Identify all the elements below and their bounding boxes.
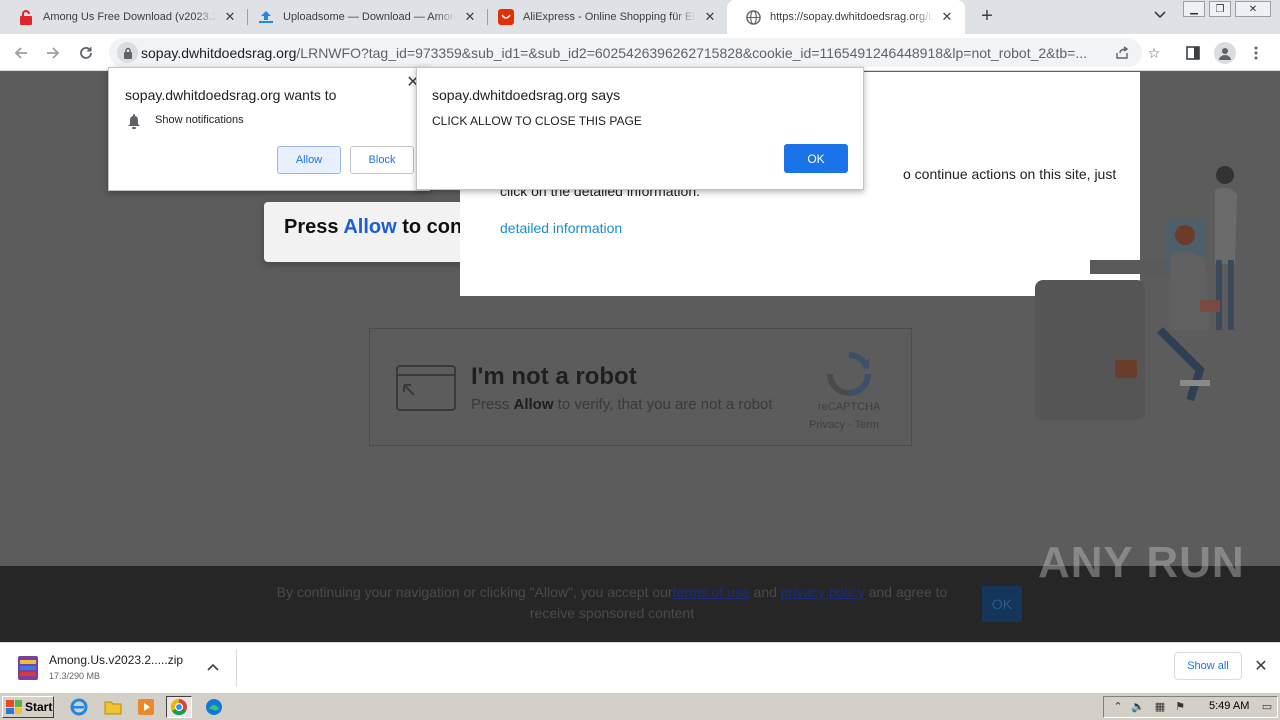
aliexpress-icon	[498, 9, 514, 25]
alert-ok-button[interactable]: OK	[784, 144, 848, 173]
download-progress: 17.3/290 MB	[49, 671, 101, 681]
media-player-icon[interactable]	[133, 696, 159, 718]
windows-logo-icon	[6, 700, 22, 714]
url-text[interactable]: sopay.dwhitdoedsrag.org/LRNWFO?tag_id=97…	[141, 45, 1101, 61]
kebab-menu-icon[interactable]	[1245, 42, 1267, 64]
profile-avatar-icon[interactable]	[1214, 42, 1236, 64]
cookie-text: By continuing your navigation or clickin…	[276, 584, 948, 621]
zip-archive-icon	[18, 656, 38, 680]
action-center-flag-icon[interactable]: ⚑	[1172, 700, 1188, 714]
address-bar[interactable]: sopay.dwhitdoedsrag.org/LRNWFO?tag_id=97…	[109, 38, 1160, 67]
system-tray: ⌃ 🔈 ▦ ⚑ 5:49 AM ▭	[1103, 696, 1278, 718]
browser-window-icon	[396, 365, 456, 411]
upload-icon	[258, 9, 274, 25]
tab-close-icon[interactable]: ✕	[222, 9, 238, 25]
captcha-title: I'm not a robot	[471, 363, 637, 390]
permission-label: Show notifications	[155, 114, 244, 126]
tab-uploadsome[interactable]: Uploadsome — Download — Among Us ✕	[240, 0, 488, 34]
allow-button[interactable]: Allow	[277, 146, 341, 174]
network-icon[interactable]: ▦	[1152, 700, 1168, 714]
show-all-button[interactable]: Show all	[1174, 652, 1242, 680]
lock-red-icon	[18, 9, 34, 25]
windows-taskbar: Start ⌃ 🔈 ▦ ⚑ 5:49 AM ▭	[0, 692, 1280, 720]
chrome-icon[interactable]	[166, 696, 192, 718]
reload-icon[interactable]	[75, 42, 97, 64]
notification-permission-prompt: sopay.dwhitdoedsrag.org wants to ✕ Show …	[108, 67, 430, 191]
volume-icon[interactable]: 🔈	[1130, 700, 1146, 714]
tab-sopay-active[interactable]: https://sopay.dwhitdoedsrag.org/LRNWFO ✕	[727, 0, 965, 34]
clock: 5:49 AM	[1209, 700, 1250, 712]
download-shelf: Among.Us.v2023.2.....zip 17.3/290 MB Sho…	[0, 642, 1280, 692]
download-filename[interactable]: Among.Us.v2023.2.....zip	[49, 653, 183, 667]
file-explorer-icon[interactable]	[100, 696, 126, 718]
globe-icon	[745, 9, 761, 25]
internet-explorer-icon[interactable]	[66, 696, 92, 718]
block-button[interactable]: Block	[350, 146, 414, 174]
recaptcha-label: reCAPTCHA	[818, 401, 881, 413]
site-info-lock-icon[interactable]	[117, 42, 138, 63]
tab-strip: Among Us Free Download (v2023.2... ✕ Upl…	[0, 0, 1280, 34]
chevron-up-icon[interactable]	[204, 658, 222, 676]
browser-toolbar: sopay.dwhitdoedsrag.org/LRNWFO?tag_id=97…	[0, 34, 1280, 71]
show-hidden-icons-icon[interactable]: ⌃	[1110, 700, 1126, 714]
tab-close-icon[interactable]: ✕	[462, 9, 478, 25]
start-button[interactable]: Start	[2, 696, 54, 718]
edge-icon[interactable]	[201, 696, 227, 718]
alert-title: sopay.dwhitdoedsrag.org says	[432, 87, 621, 103]
cookie-ok-button[interactable]: OK	[982, 586, 1022, 622]
tab-title: AliExpress - Online Shopping für Elektro…	[523, 11, 696, 23]
tab-close-icon[interactable]: ✕	[939, 9, 955, 25]
alert-message: CLICK ALLOW TO CLOSE THIS PAGE	[432, 114, 642, 128]
captcha-subtitle: Press Allow to verify, that you are not …	[471, 396, 773, 413]
forward-arrow-icon[interactable]	[42, 42, 64, 64]
js-alert-dialog: sopay.dwhitdoedsrag.org says CLICK ALLOW…	[416, 67, 864, 190]
restore-window-icon[interactable]: ❐	[1209, 1, 1231, 17]
tab-search-chevron-icon[interactable]	[1150, 8, 1170, 26]
privacy-policy-link[interactable]: privacy policy	[781, 584, 865, 600]
recaptcha-logo-icon	[827, 352, 871, 396]
divider	[236, 649, 237, 687]
prompt-title: sopay.dwhitdoedsrag.org wants to	[125, 87, 337, 103]
close-shelf-icon[interactable]: ✕	[1252, 658, 1270, 676]
side-panel-icon[interactable]	[1182, 42, 1204, 64]
press-allow-text: Press Allow to con	[284, 216, 463, 238]
tab-title: Among Us Free Download (v2023.2...	[43, 11, 216, 23]
share-icon[interactable]	[1112, 43, 1132, 63]
minimize-window-icon[interactable]: ▁	[1183, 1, 1205, 17]
tab-title: https://sopay.dwhitdoedsrag.org/LRNWFO	[770, 11, 933, 23]
show-desktop-icon[interactable]: ▭	[1259, 700, 1275, 714]
terms-of-use-link[interactable]: terms of use	[673, 584, 750, 600]
tab-close-icon[interactable]: ✕	[702, 9, 718, 25]
new-tab-plus-icon[interactable]: +	[976, 6, 998, 28]
office-illustration	[1035, 166, 1237, 420]
tab-among-us[interactable]: Among Us Free Download (v2023.2... ✕	[0, 0, 248, 34]
back-arrow-icon[interactable]	[10, 42, 32, 64]
fake-recaptcha-box[interactable]: I'm not a robot Press Allow to verify, t…	[369, 328, 912, 446]
tab-aliexpress[interactable]: AliExpress - Online Shopping für Elektro…	[480, 0, 728, 34]
close-window-icon[interactable]: ✕	[1235, 1, 1271, 17]
recaptcha-privacy-terms[interactable]: Privacy - Term	[809, 419, 879, 431]
bell-icon	[128, 114, 140, 129]
bookmark-star-icon[interactable]: ☆	[1144, 43, 1164, 63]
tab-title: Uploadsome — Download — Among Us	[283, 11, 456, 23]
anyrun-watermark: ANY RUN	[1038, 538, 1245, 587]
detailed-information-link[interactable]: detailed information	[500, 220, 622, 236]
